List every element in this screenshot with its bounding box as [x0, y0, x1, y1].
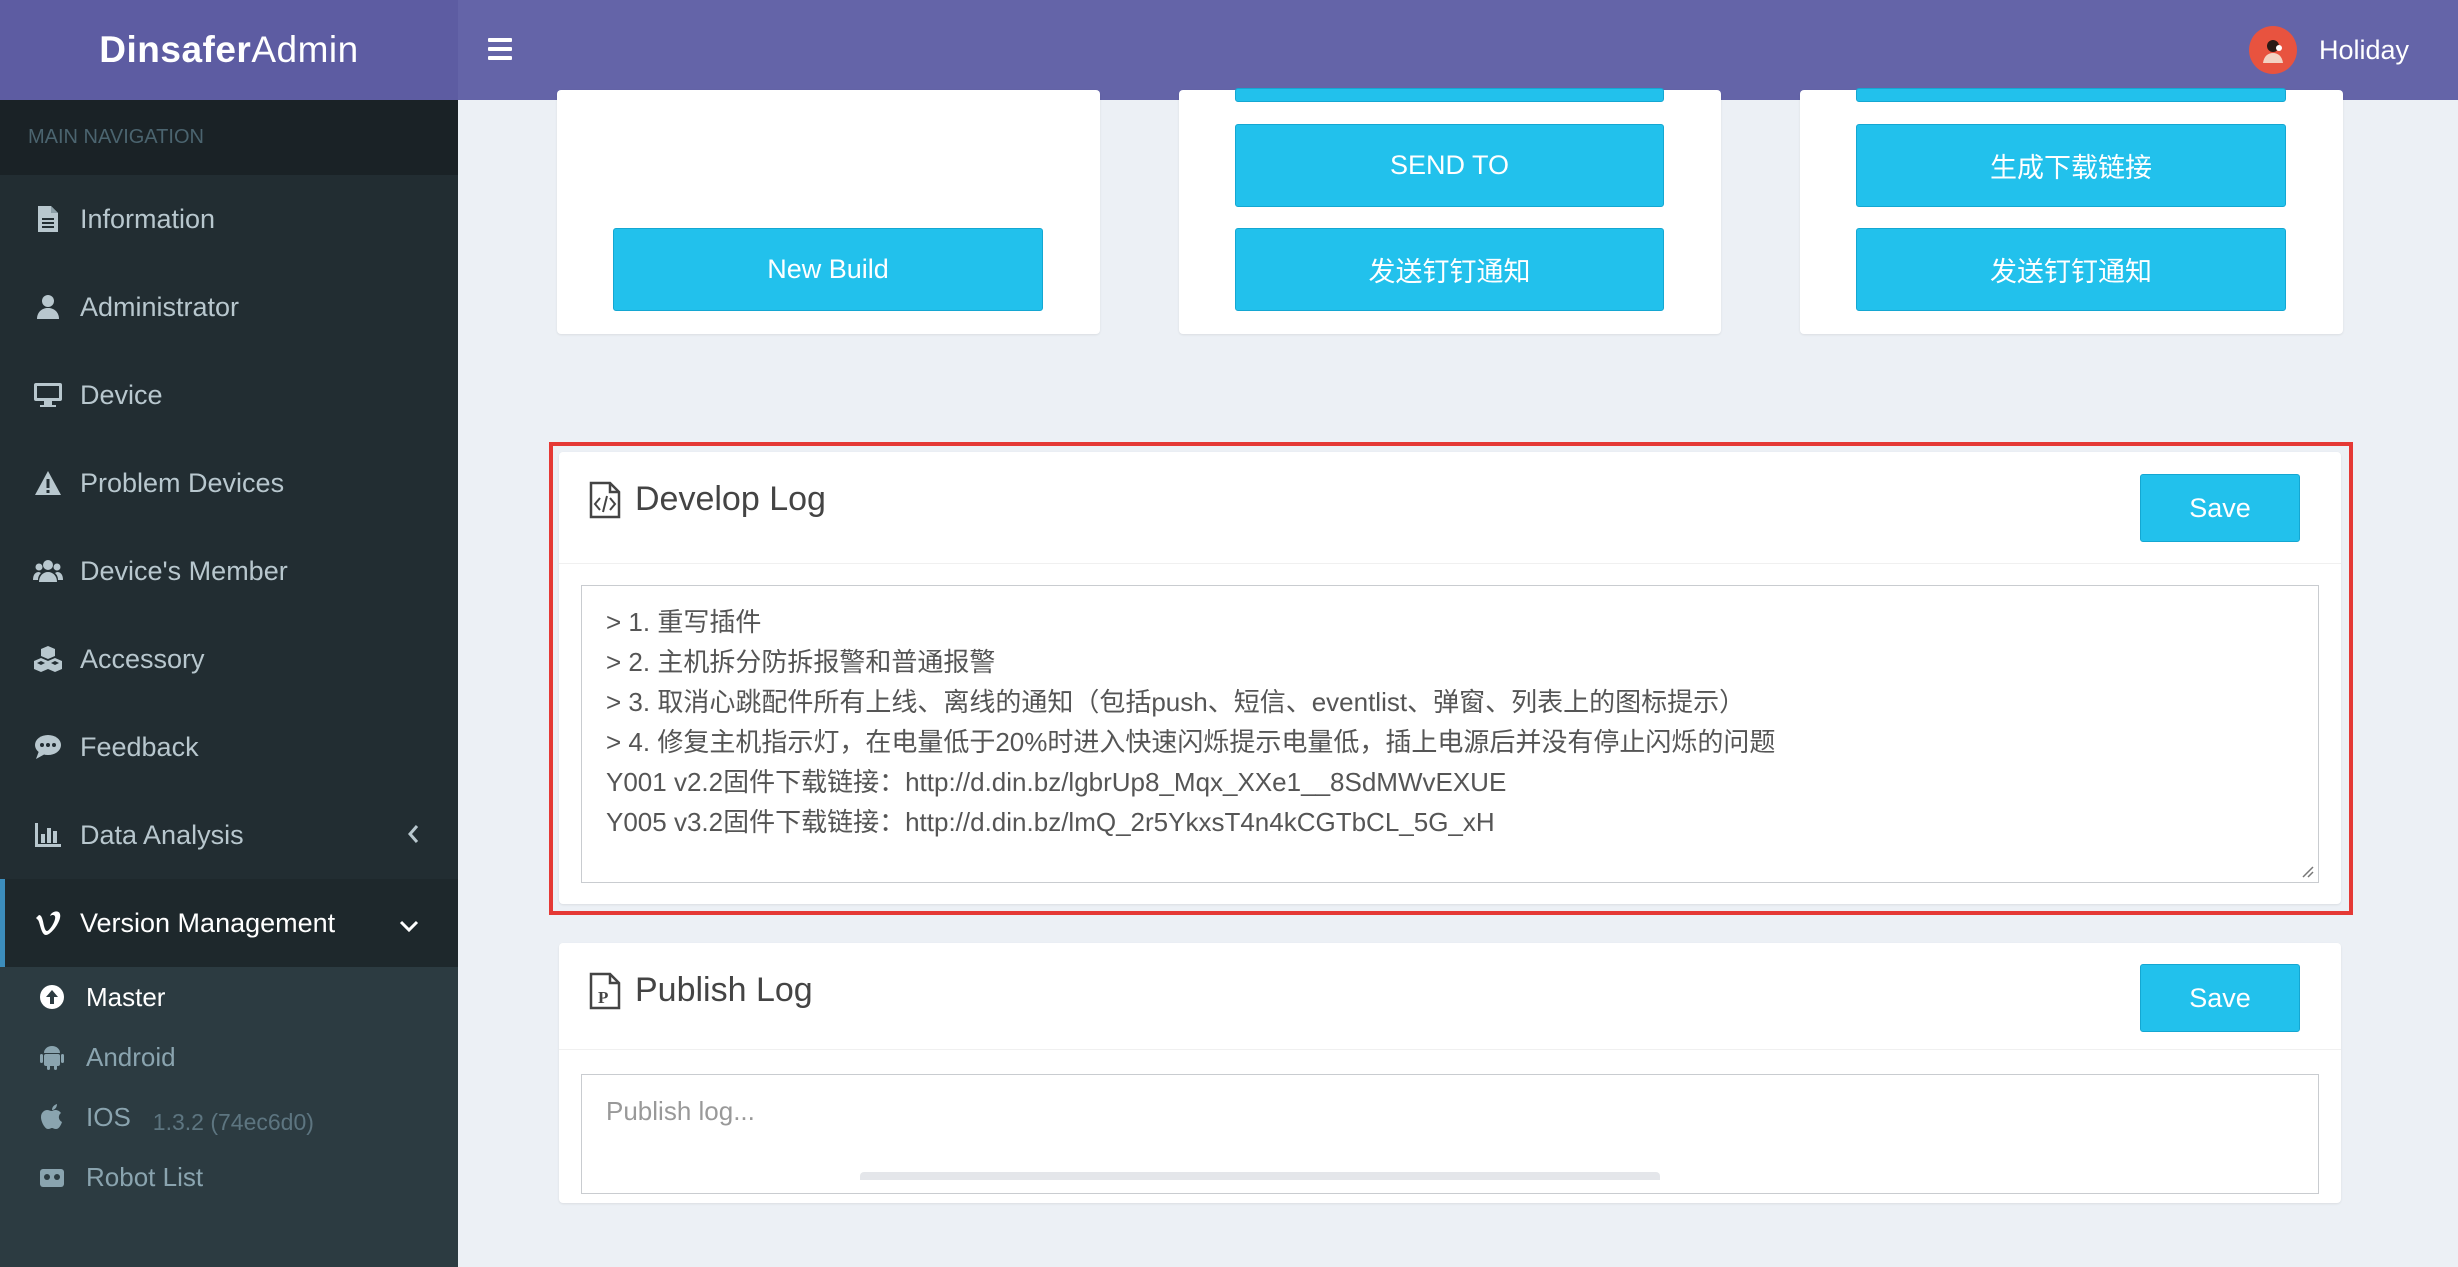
sidebar-item-label: Information: [80, 203, 216, 234]
sidebar-item-label: Administrator: [80, 291, 240, 322]
android-icon: [38, 1043, 66, 1071]
apple-icon: [38, 1103, 66, 1131]
divider: [559, 563, 2341, 564]
send-to-button[interactable]: SEND TO: [1235, 124, 1664, 207]
sidebar-item-version-management[interactable]: Version Management: [0, 879, 458, 967]
sidebar-item-problem-devices[interactable]: Problem Devices: [0, 439, 458, 527]
version-submenu: Master Android IOS 1.3.2 (74ec6d0) Robot…: [0, 967, 458, 1267]
chevron-down-icon: [398, 909, 420, 940]
sidebar-item-label: Device: [80, 379, 163, 410]
sidebar-item-administrator[interactable]: Administrator: [0, 263, 458, 351]
sidebar-item-label: Feedback: [80, 731, 199, 762]
file-code-icon: [589, 481, 623, 519]
sidebar-item-label: Version Management: [80, 907, 336, 938]
sidebar-item-device[interactable]: Device: [0, 351, 458, 439]
dingtalk-notify-button[interactable]: 发送钉钉通知: [1856, 228, 2286, 311]
user-icon: [32, 291, 64, 323]
bar-chart-icon: [32, 819, 64, 851]
publish-log-box: P Publish Log Save Publish log...: [559, 943, 2341, 1203]
partial-button-top[interactable]: [1235, 88, 1664, 102]
sidebar: MAIN NAVIGATION Information Administrato…: [0, 100, 458, 1267]
sidebar-item-data-analysis[interactable]: Data Analysis: [0, 791, 458, 879]
sidebar-item-label: Accessory: [80, 643, 205, 674]
sidebar-subitem-label: IOS: [86, 1101, 131, 1132]
sidebar-subitem-master[interactable]: Master: [0, 967, 458, 1027]
file-p-icon: P: [589, 972, 623, 1010]
svg-text:P: P: [598, 988, 608, 1007]
sidebar-item-label: Device's Member: [80, 555, 288, 586]
sidebar-item-feedback[interactable]: Feedback: [0, 703, 458, 791]
avatar: [2248, 26, 2297, 74]
warning-icon: [32, 467, 64, 499]
sidebar-subitem-label: Master: [86, 981, 166, 1012]
floating-panel-edge: [860, 1172, 1660, 1180]
sidebar-item-information[interactable]: Information: [0, 175, 458, 263]
vimeo-icon: [32, 907, 64, 939]
publish-log-header: P Publish Log: [589, 971, 813, 1010]
develop-log-title: Develop Log: [635, 480, 826, 518]
publish-log-title: Publish Log: [635, 971, 813, 1009]
partial-button-top[interactable]: [1856, 88, 2286, 102]
sidebar-toggle-icon[interactable]: [488, 38, 512, 60]
develop-log-header: Develop Log: [589, 480, 826, 519]
brand-bold: Dinsafer: [99, 29, 252, 70]
build-card-3: 生成下载链接 发送钉钉通知: [1800, 88, 2343, 334]
sidebar-item-accessory[interactable]: Accessory: [0, 615, 458, 703]
sidebar-item-devices-member[interactable]: Device's Member: [0, 527, 458, 615]
resize-grip-icon[interactable]: [2300, 864, 2314, 878]
build-card-2: SEND TO 发送钉钉通知: [1179, 88, 1721, 334]
develop-log-textarea[interactable]: > 1. 重写插件 > 2. 主机拆分防拆报警和普通报警 > 3. 取消心跳配件…: [581, 585, 2319, 883]
publish-log-save-button[interactable]: Save: [2140, 964, 2300, 1032]
desktop-icon: [32, 379, 64, 411]
develop-log-save-button[interactable]: Save: [2140, 474, 2300, 542]
sidebar-item-label: Problem Devices: [80, 467, 285, 498]
nav-header: MAIN NAVIGATION: [0, 100, 458, 175]
sidebar-subitem-ios[interactable]: IOS 1.3.2 (74ec6d0): [0, 1087, 458, 1147]
brand-light: Admin: [251, 29, 359, 70]
user-menu[interactable]: Holiday: [2248, 26, 2409, 74]
build-card-1: New Build: [557, 90, 1100, 334]
sidebar-subitem-label: Android: [86, 1041, 176, 1072]
sidebar-subitem-android[interactable]: Android: [0, 1027, 458, 1087]
new-build-button[interactable]: New Build: [613, 228, 1043, 311]
divider: [559, 1049, 2341, 1050]
brand-logo[interactable]: Dinsafer Admin: [0, 0, 458, 100]
top-navbar: Holiday: [458, 0, 2458, 100]
sidebar-subitem-label: Robot List: [86, 1161, 204, 1192]
user-name: Holiday: [2318, 34, 2409, 65]
ios-version-label: 1.3.2 (74ec6d0): [152, 1108, 314, 1135]
generate-download-link-button[interactable]: 生成下载链接: [1856, 124, 2286, 207]
develop-log-box: Develop Log Save > 1. 重写插件 > 2. 主机拆分防拆报警…: [559, 452, 2341, 904]
cubes-icon: [32, 643, 64, 675]
dingtalk-notify-button[interactable]: 发送钉钉通知: [1235, 228, 1664, 311]
users-icon: [32, 555, 64, 587]
sidebar-subitem-robot-list[interactable]: Robot List: [0, 1147, 458, 1207]
robot-icon: [38, 1163, 66, 1191]
sidebar-item-label: Data Analysis: [80, 819, 244, 850]
file-text-icon: [32, 203, 64, 235]
chevron-left-icon: [406, 821, 420, 852]
arrow-circle-up-icon: [38, 983, 66, 1011]
comment-icon: [32, 731, 64, 763]
